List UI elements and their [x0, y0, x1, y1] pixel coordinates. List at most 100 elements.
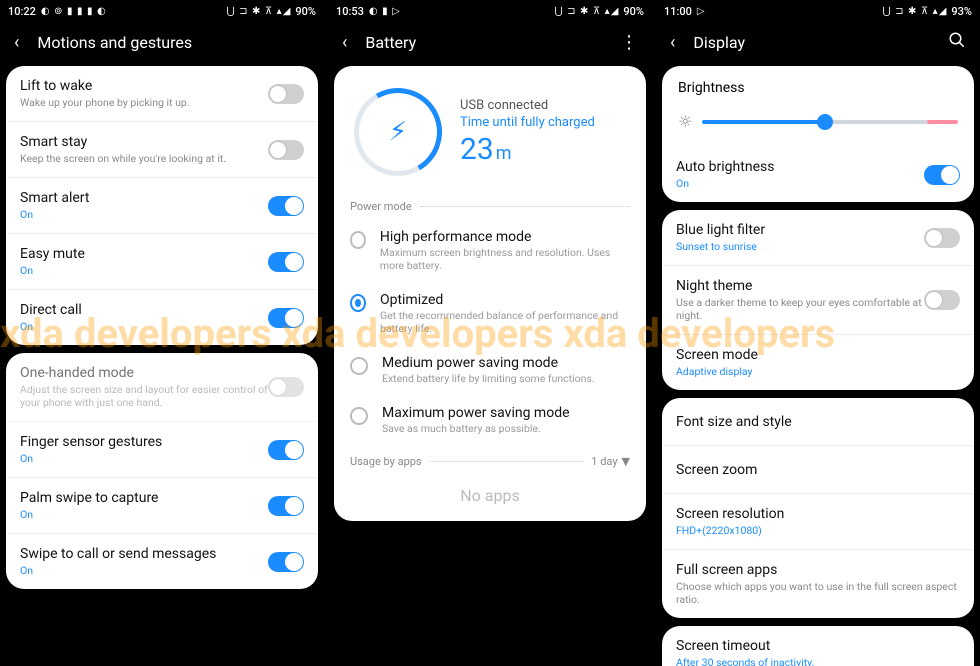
no-apps-label: No apps: [334, 474, 646, 521]
row-title: Full screen apps: [676, 562, 960, 578]
row-title: Smart alert: [20, 190, 268, 206]
settings-row[interactable]: Blue light filterSunset to sunrise: [662, 210, 974, 266]
status-bar: 10:53 ◐ ▮ ▷ ⋃ ⊐ ✱ ⊼ ▴◢ 90%: [328, 0, 652, 22]
option-title: Medium power saving mode: [382, 355, 595, 371]
toggle-switch[interactable]: [268, 552, 304, 572]
row-title: Lift to wake: [20, 78, 268, 94]
toggle-switch[interactable]: [268, 140, 304, 160]
page-title: Display: [693, 33, 745, 52]
toggle-switch[interactable]: [268, 496, 304, 516]
power-mode-header: Power mode: [334, 190, 646, 219]
settings-row[interactable]: Smart alert On: [6, 178, 318, 234]
radio-button[interactable]: [350, 407, 368, 425]
settings-row[interactable]: Palm swipe to capture On: [6, 478, 318, 534]
settings-row[interactable]: Swipe to call or send messagesOn: [6, 534, 318, 589]
battery-charge-sub: Time until fully charged: [460, 115, 595, 130]
search-icon[interactable]: [948, 31, 966, 54]
row-title: Swipe to call or send messages: [20, 546, 268, 562]
settings-row[interactable]: One-handed modeAdjust the screen size an…: [6, 353, 318, 422]
usage-range-value: 1 day: [591, 455, 617, 468]
toggle-switch[interactable]: [268, 308, 304, 328]
row-title: Auto brightness: [676, 159, 924, 175]
toggle-switch[interactable]: [268, 440, 304, 460]
back-icon[interactable]: ‹: [342, 32, 347, 53]
toggle-switch[interactable]: [268, 196, 304, 216]
row-title: One-handed mode: [20, 365, 268, 381]
row-title: Palm swipe to capture: [20, 490, 268, 506]
battery-card: ⚡ USB connected Time until fully charged…: [334, 66, 646, 521]
page-title: Motions and gestures: [37, 33, 192, 52]
toggle-switch[interactable]: [924, 228, 960, 248]
row-subtitle: After 30 seconds of inactivity.: [676, 656, 960, 666]
power-mode-option[interactable]: Maximum power saving modeSave as much ba…: [334, 395, 646, 445]
toggle-switch[interactable]: [924, 165, 960, 185]
status-right-icons: ⋃ ⊐ ✱ ⊼ ▴◢: [882, 6, 947, 17]
overflow-icon[interactable]: ⋮: [620, 32, 638, 53]
row-title: Screen zoom: [676, 462, 960, 478]
row-subtitle: On: [20, 208, 268, 221]
toggle-switch[interactable]: [268, 377, 304, 397]
phone-display: 11:00 ▷ ⋃ ⊐ ✱ ⊼ ▴◢ 93% ‹ Display Brightn…: [656, 0, 980, 666]
settings-row[interactable]: Direct callOn: [6, 290, 318, 345]
settings-row[interactable]: Font size and style: [662, 398, 974, 446]
radio-button[interactable]: [350, 357, 368, 375]
toggle-switch[interactable]: [268, 84, 304, 104]
row-subtitle: Sunset to sunrise: [676, 240, 924, 253]
status-bar: 10:22 ◐ ⊚ ▮ ▮ ▮ ◐ ⋃ ⊐ ✱ ⊼ ▴◢ 90%: [0, 0, 324, 22]
settings-row[interactable]: Easy muteOn: [6, 234, 318, 290]
settings-card: Lift to wake Wake up your phone by pickin…: [6, 66, 318, 345]
usage-label: Usage by apps: [350, 455, 422, 468]
back-icon[interactable]: ‹: [14, 32, 19, 53]
option-subtitle: Extend battery life by limiting some fun…: [382, 372, 595, 385]
settings-row[interactable]: Screen resolutionFHD+(2220x1080): [662, 494, 974, 550]
row-title: Screen timeout: [676, 638, 960, 654]
brightness-slider[interactable]: [702, 120, 958, 124]
settings-card: Screen timeout After 30 seconds of inacti…: [662, 626, 974, 666]
option-title: Optimized: [380, 292, 630, 308]
toggle-switch[interactable]: [268, 252, 304, 272]
status-left-icons: ◐ ⊚ ▮ ▮ ▮ ◐: [41, 6, 107, 17]
power-mode-option[interactable]: OptimizedGet the recommended balance of …: [334, 282, 646, 345]
power-mode-option[interactable]: Medium power saving modeExtend battery l…: [334, 345, 646, 395]
option-title: High performance mode: [380, 229, 630, 245]
option-subtitle: Get the recommended balance of performan…: [380, 309, 630, 335]
settings-row[interactable]: Screen modeAdaptive display: [662, 335, 974, 390]
settings-row[interactable]: Night themeUse a darker theme to keep yo…: [662, 266, 974, 335]
settings-card: Font size and style Screen zoom Screen res…: [662, 398, 974, 618]
status-time: 11:00: [664, 5, 692, 18]
row-subtitle: On: [20, 508, 268, 521]
settings-row[interactable]: Smart stayKeep the screen on while you'r…: [6, 122, 318, 178]
status-time: 10:53: [336, 5, 364, 18]
row-title: Finger sensor gestures: [20, 434, 268, 450]
chevron-down-icon: ▼: [622, 455, 630, 468]
brightness-label: Brightness: [678, 80, 958, 96]
radio-button[interactable]: [350, 294, 366, 312]
row-subtitle: Choose which apps you want to use in the…: [676, 580, 960, 606]
status-left-icons: ◐ ▮ ▷: [369, 6, 401, 17]
status-left-icons: ▷: [697, 6, 706, 17]
title-bar: ‹ Motions and gestures: [0, 22, 324, 62]
settings-row[interactable]: Auto brightnessOn: [662, 147, 974, 202]
settings-row[interactable]: Screen timeout After 30 seconds of inacti…: [662, 626, 974, 666]
row-title: Screen resolution: [676, 506, 960, 522]
settings-row[interactable]: Screen zoom: [662, 446, 974, 494]
usage-header[interactable]: Usage by apps 1 day ▼: [334, 445, 646, 474]
power-mode-option[interactable]: High performance modeMaximum screen brig…: [334, 219, 646, 282]
row-subtitle: On: [20, 452, 268, 465]
title-bar: ‹ Battery ⋮: [328, 22, 652, 62]
battery-hero: ⚡ USB connected Time until fully charged…: [334, 66, 646, 190]
title-bar: ‹ Display: [656, 22, 980, 62]
settings-row[interactable]: Full screen apps Choose which apps you wa…: [662, 550, 974, 618]
row-subtitle: Wake up your phone by picking it up.: [20, 96, 268, 109]
brightness-card: Brightness ☼ Auto brightnessOn: [662, 66, 974, 202]
settings-row[interactable]: Lift to wake Wake up your phone by pickin…: [6, 66, 318, 122]
status-right-icons: ⋃ ⊐ ✱ ⊼ ▴◢: [554, 6, 619, 17]
settings-card: Blue light filterSunset to sunriseNight …: [662, 210, 974, 390]
back-icon[interactable]: ‹: [670, 32, 675, 53]
row-subtitle: On: [20, 320, 268, 333]
radio-button[interactable]: [350, 231, 366, 249]
row-subtitle: Use a darker theme to keep your eyes com…: [676, 296, 924, 322]
toggle-switch[interactable]: [924, 290, 960, 310]
slider-thumb[interactable]: [817, 114, 833, 130]
settings-row[interactable]: Finger sensor gestures On: [6, 422, 318, 478]
